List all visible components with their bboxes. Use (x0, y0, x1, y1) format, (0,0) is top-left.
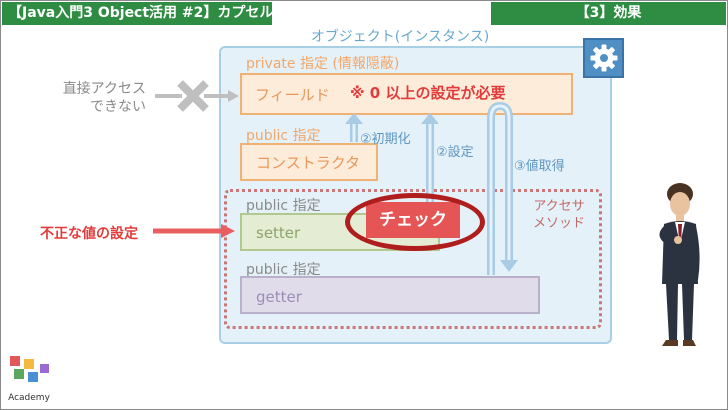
blocked-cross-icon (155, 80, 239, 112)
invalid-input-label: 不正な値の設定 (40, 226, 138, 242)
academy-logo-mark: Academy (8, 356, 51, 403)
presenter-character (659, 183, 700, 346)
check-highlight-ring (345, 193, 485, 251)
academy-logo-text: Academy (8, 393, 50, 403)
invalid-input-arrow (153, 224, 235, 238)
direct-access-line2: できない (90, 99, 146, 115)
direct-access-note: 直接アクセス できない (40, 80, 146, 116)
set-label: ②設定 (436, 145, 474, 160)
direct-access-line1: 直接アクセス (62, 81, 146, 97)
academy-logo: Academy (4, 354, 54, 406)
get-value-label: ③値取得 (514, 159, 565, 174)
get-arrow (487, 101, 518, 275)
initialize-label: ②初期化 (360, 132, 411, 147)
